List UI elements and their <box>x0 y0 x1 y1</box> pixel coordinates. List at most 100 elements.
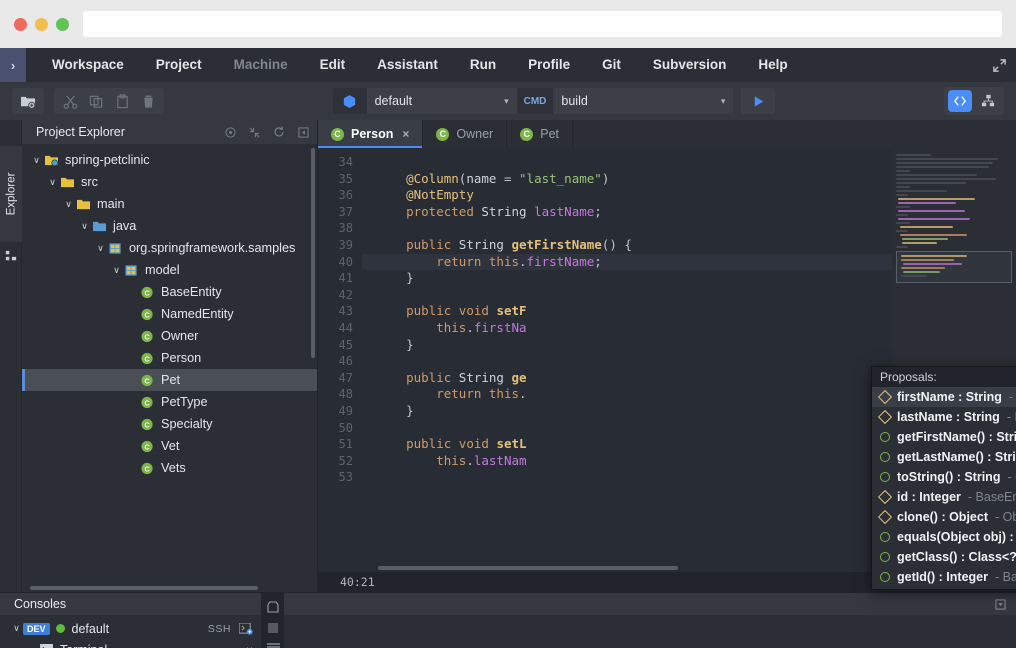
close-tab-icon[interactable]: × <box>402 127 409 141</box>
rail-tab-explorer[interactable]: Explorer <box>0 146 22 242</box>
collapse-all-icon[interactable] <box>249 127 260 138</box>
cut-icon[interactable] <box>57 89 83 113</box>
add-terminal-icon[interactable] <box>239 623 253 635</box>
stop-icon[interactable] <box>267 601 279 613</box>
code-token: lastName <box>534 204 594 219</box>
proposal-item[interactable]: getId() : Integer- BaseEntity <box>872 567 1016 587</box>
tree-item-main[interactable]: ∨ main <box>22 193 317 215</box>
machine-select[interactable]: default ▾ <box>367 88 517 114</box>
line-number: 47 <box>318 370 353 387</box>
refresh-icon[interactable] <box>273 126 285 138</box>
run-button[interactable] <box>741 88 775 114</box>
tree-item-org-springframework-samples[interactable]: ∨org.springframework.samples <box>22 237 317 259</box>
tree-item-vet[interactable]: CVet <box>22 435 317 457</box>
minimize-panel-icon[interactable] <box>298 127 309 138</box>
tree-item-vets[interactable]: CVets <box>22 457 317 479</box>
console-machine-row[interactable]: ∨DEVdefaultSSH <box>0 618 261 639</box>
chevron-down-icon[interactable]: ∨ <box>94 243 107 254</box>
menu-item-subversion[interactable]: Subversion <box>637 48 743 82</box>
command-select[interactable]: build ▾ <box>553 88 733 114</box>
tree-item-java[interactable]: ∨java <box>22 215 317 237</box>
proposal-owner: - Person <box>1007 410 1016 424</box>
explorer-vscrollbar[interactable] <box>311 148 315 358</box>
chevron-down-icon[interactable]: ∨ <box>10 623 23 634</box>
console-output-text[interactable]: command: mvn -f /projects/spring-petclin… <box>284 615 1016 648</box>
menu-item-help[interactable]: Help <box>742 48 803 82</box>
proposal-item[interactable]: toString() : String- Object <box>872 467 1016 487</box>
menu-item-profile[interactable]: Profile <box>512 48 586 82</box>
paste-icon[interactable] <box>109 89 135 113</box>
project-tree[interactable]: ∨spring-petclinic∨src∨main∨java∨org.spri… <box>22 144 317 592</box>
code-text[interactable]: @Column(name = "last_name") @NotEmpty pr… <box>362 148 892 572</box>
tree-item-namedentity[interactable]: CNamedEntity <box>22 303 317 325</box>
code-token: } <box>376 403 414 418</box>
editor-tab-owner[interactable]: COwner <box>423 120 507 148</box>
line-number: 35 <box>318 171 353 188</box>
tree-item-baseentity[interactable]: CBaseEntity <box>22 281 317 303</box>
tree-item-label: main <box>97 197 125 211</box>
menu-item-machine[interactable]: Machine <box>218 48 304 82</box>
proposal-item[interactable]: firstName : String- Person <box>872 387 1016 407</box>
link-with-editor-icon[interactable] <box>225 127 236 138</box>
proposal-item[interactable]: getLastName() : String- Person <box>872 447 1016 467</box>
structure-icon[interactable] <box>5 250 17 262</box>
close-window-button[interactable] <box>14 18 27 31</box>
proposal-item[interactable]: lastName : String- Person <box>872 407 1016 427</box>
tree-item-model[interactable]: ∨model <box>22 259 317 281</box>
tree-item-pettype[interactable]: CPetType <box>22 391 317 413</box>
editor-hscrollbar[interactable] <box>378 566 678 570</box>
proposal-item[interactable]: id : Integer- BaseEntity <box>872 487 1016 507</box>
tree-item-pet[interactable]: CPet <box>22 369 317 391</box>
copy-icon[interactable] <box>83 89 109 113</box>
chevron-down-icon[interactable]: ∨ <box>30 155 43 166</box>
consoles-tree[interactable]: ∨DEVdefaultSSHTerminal×build× <box>0 615 261 648</box>
menu-item-assistant[interactable]: Assistant <box>361 48 454 82</box>
wrap-lines-icon[interactable] <box>267 643 280 648</box>
minimap-viewport[interactable] <box>896 251 1012 283</box>
ide-window: › WorkspaceProjectMachineEditAssistantRu… <box>0 0 1016 648</box>
ssh-label[interactable]: SSH <box>208 623 231 635</box>
menu-item-workspace[interactable]: Workspace <box>36 48 140 82</box>
proposal-name: clone() : Object <box>897 510 988 524</box>
address-bar[interactable] <box>83 11 1002 37</box>
clear-icon[interactable] <box>267 622 279 634</box>
new-file-icon[interactable] <box>15 89 41 113</box>
code-perspective-icon[interactable] <box>948 90 972 112</box>
menu-item-edit[interactable]: Edit <box>304 48 362 82</box>
explorer-hscrollbar[interactable] <box>30 586 258 590</box>
chevron-down-icon[interactable]: ∨ <box>78 221 91 232</box>
editor-tab-person[interactable]: CPerson× <box>318 120 423 148</box>
chevron-down-icon[interactable]: ∨ <box>62 199 75 210</box>
console-item-terminal[interactable]: Terminal× <box>0 639 261 648</box>
sidebar-toggle-button[interactable]: › <box>0 48 26 82</box>
machine-icon[interactable] <box>333 88 367 114</box>
chevron-down-icon[interactable]: ∨ <box>46 177 59 188</box>
ops-perspective-icon[interactable] <box>976 90 1000 112</box>
proposal-item[interactable]: equals(Object obj) : boolean- Object <box>872 527 1016 547</box>
proposals-popup[interactable]: Proposals: firstName : String- Personlas… <box>871 366 1016 590</box>
maximize-window-button[interactable] <box>56 18 69 31</box>
proposals-list[interactable]: firstName : String- PersonlastName : Str… <box>872 387 1016 589</box>
proposal-item[interactable]: getClass() : Class<?>- Object <box>872 547 1016 567</box>
proposal-item[interactable]: clone() : Object- Object <box>872 507 1016 527</box>
svg-text:C: C <box>144 354 150 363</box>
tree-item-owner[interactable]: COwner <box>22 325 317 347</box>
menu-item-project[interactable]: Project <box>140 48 218 82</box>
proposal-item[interactable]: getFirstName() : String- Person <box>872 427 1016 447</box>
minimize-window-button[interactable] <box>35 18 48 31</box>
editor-tab-pet[interactable]: CPet <box>507 120 573 148</box>
menu-item-git[interactable]: Git <box>586 48 637 82</box>
tree-item-specialty[interactable]: CSpecialty <box>22 413 317 435</box>
fullscreen-icon[interactable] <box>982 48 1016 82</box>
close-console-icon[interactable]: × <box>246 643 253 648</box>
delete-icon[interactable] <box>135 89 161 113</box>
tree-item-spring-petclinic[interactable]: ∨spring-petclinic <box>22 149 317 171</box>
project-explorer-panel: Project Explorer <box>22 120 318 592</box>
menu-item-run[interactable]: Run <box>454 48 512 82</box>
proposal-owner: - Object <box>1007 470 1016 484</box>
maximize-console-icon[interactable] <box>995 599 1006 610</box>
tree-item-person[interactable]: CPerson <box>22 347 317 369</box>
tree-item-src[interactable]: ∨src <box>22 171 317 193</box>
line-number: 37 <box>318 204 353 221</box>
chevron-down-icon[interactable]: ∨ <box>110 265 123 276</box>
